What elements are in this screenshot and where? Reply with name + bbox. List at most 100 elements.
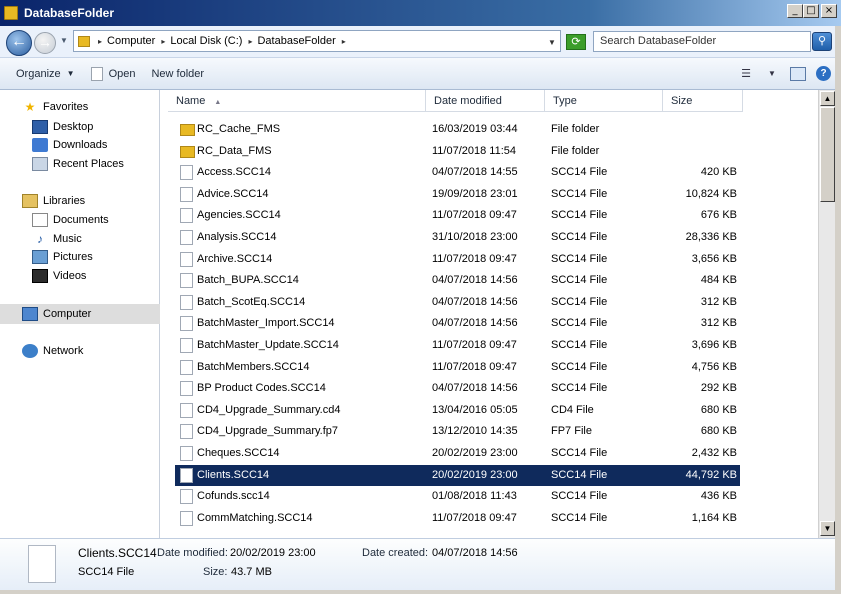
window-title: DatabaseFolder <box>24 6 115 20</box>
nav-pictures[interactable]: Pictures <box>32 250 93 264</box>
table-row[interactable]: BP Product Codes.SCC14 04/07/2018 14:56 SC… <box>175 378 740 399</box>
table-row[interactable]: RC_Cache_FMS 16/03/2019 03:44 File folder <box>175 119 740 140</box>
organize-button[interactable]: Organize ▼ <box>16 68 75 80</box>
nav-recent-places-label: Recent Places <box>53 158 124 170</box>
nav-downloads[interactable]: Downloads <box>32 138 107 152</box>
table-row-selected[interactable]: Clients.SCC14 20/02/2019 23:00 SCC14 File 4… <box>175 464 740 486</box>
nav-videos-label: Videos <box>53 270 87 282</box>
nav-recent-places[interactable]: Recent Places <box>32 157 124 171</box>
table-row[interactable]: BatchMaster_Import.SCC14 04/07/2018 14:56… <box>175 313 740 334</box>
chevron-down-icon[interactable]: ▼ <box>764 67 780 81</box>
search-input[interactable]: Search DatabaseFolder <box>593 31 811 52</box>
open-button[interactable]: Open <box>90 66 135 81</box>
search-icon[interactable]: ⚲ <box>812 32 832 51</box>
file-icon <box>180 165 193 181</box>
table-row[interactable]: Cofunds.scc14 01/08/2018 11:43 SCC14 File 4… <box>175 486 740 507</box>
file-date-modified: 04/07/2018 14:56 <box>432 274 518 287</box>
table-row[interactable]: Agencies.SCC14 11/07/2018 09:47 SCC14 File… <box>175 205 740 226</box>
column-header-size[interactable]: Size <box>663 90 743 112</box>
table-row[interactable]: CommMatching.SCC14 11/07/2018 09:47 SCC14 … <box>175 508 740 529</box>
table-row[interactable]: BatchMaster_Update.SCC14 11/07/2018 09:47… <box>175 335 740 356</box>
nav-downloads-label: Downloads <box>53 139 108 151</box>
table-row[interactable]: CD4_Upgrade_Summary.cd4 13/04/2016 05:05 C… <box>175 400 740 421</box>
table-row[interactable]: Cheques.SCC14 20/02/2019 23:00 SCC14 File 2… <box>175 443 740 464</box>
minimize-button[interactable]: _ <box>787 4 803 18</box>
preview-pane-icon[interactable] <box>790 66 806 81</box>
refresh-button[interactable]: ⟳ <box>566 34 586 50</box>
scroll-down-icon[interactable]: ▼ <box>820 521 835 536</box>
file-type: SCC14 File <box>551 468 608 481</box>
nav-computer-label: Computer <box>43 308 92 320</box>
file-icon <box>180 251 193 267</box>
address-history-chevron-down-icon[interactable]: ▼ <box>548 38 556 47</box>
file-icon <box>180 424 193 440</box>
breadcrumb-computer[interactable]: Computer <box>107 35 155 47</box>
folder-icon <box>78 35 90 47</box>
details-size-value: 43.7 MB <box>231 566 272 578</box>
nav-desktop[interactable]: Desktop <box>32 120 93 134</box>
nav-music[interactable]: ♪ Music <box>32 232 82 246</box>
close-button[interactable]: × <box>821 4 837 18</box>
table-row[interactable]: BatchMembers.SCC14 11/07/2018 09:47 SCC14 … <box>175 357 740 378</box>
file-date-modified: 01/08/2018 11:43 <box>432 490 517 503</box>
file-type: SCC14 File <box>551 447 608 459</box>
file-date-modified: 13/12/2010 14:35 <box>432 425 518 438</box>
table-row[interactable]: Batch_ScotEq.SCC14 04/07/2018 14:56 SCC14 … <box>175 292 740 313</box>
back-button[interactable]: ← <box>6 30 32 56</box>
forward-button[interactable]: → <box>34 32 56 54</box>
file-name: Clients.SCC14 <box>197 468 270 481</box>
breadcrumb-local-disk[interactable]: Local Disk (C:) <box>170 35 242 47</box>
column-header-date[interactable]: Date modified <box>426 90 545 112</box>
column-header-type[interactable]: Type <box>545 90 663 112</box>
breadcrumb-database-folder[interactable]: DatabaseFolder <box>257 35 335 47</box>
scroll-up-icon[interactable]: ▲ <box>820 91 835 106</box>
window-frame-bottom <box>0 590 841 594</box>
table-row[interactable]: CD4_Upgrade_Summary.fp7 13/12/2010 14:35 F… <box>175 421 740 442</box>
folder-icon <box>4 6 18 20</box>
table-row[interactable]: Advice.SCC14 19/09/2018 23:01 SCC14 File 10… <box>175 184 740 205</box>
table-row[interactable]: Access.SCC14 04/07/2018 14:55 SCC14 File 42… <box>175 162 740 183</box>
table-row[interactable]: Analysis.SCC14 31/10/2018 23:00 SCC14 File… <box>175 227 740 248</box>
table-row[interactable]: Archive.SCC14 11/07/2018 09:47 SCC14 File 3… <box>175 249 740 270</box>
scrollbar-thumb[interactable] <box>820 107 835 202</box>
table-row[interactable]: RC_Data_FMS 11/07/2018 11:54 File folder <box>175 141 740 162</box>
nav-documents[interactable]: Documents <box>32 213 109 227</box>
file-icon <box>180 208 193 224</box>
breadcrumb[interactable]: ▸ Computer ▸ Local Disk (C:) ▸ DatabaseF… <box>73 30 561 52</box>
navigation-pane: ★ Favorites Desktop Downloads Recent Pla… <box>0 90 160 538</box>
chevron-right-icon[interactable]: ▸ <box>248 37 252 46</box>
chevron-right-icon[interactable]: ▸ <box>98 37 102 46</box>
new-folder-button[interactable]: New folder <box>151 68 204 80</box>
maximize-button[interactable]: □ <box>803 4 819 18</box>
file-name: BatchMembers.SCC14 <box>197 360 310 373</box>
view-options-icon[interactable]: ☰ <box>738 67 754 81</box>
column-header-name[interactable]: Name ▲ <box>168 90 426 112</box>
file-type: SCC14 File <box>551 187 608 200</box>
window-controls: _ □ × <box>787 4 837 18</box>
desktop-icon <box>32 120 48 134</box>
address-bar: ← → ▼ ▸ Computer ▸ Local Disk (C:) ▸ Dat… <box>0 26 841 58</box>
sort-ascending-icon: ▲ <box>214 99 222 106</box>
nav-network[interactable]: Network <box>22 344 83 358</box>
chevron-right-icon[interactable]: ▸ <box>161 37 165 46</box>
table-row[interactable]: Batch_BUPA.SCC14 04/07/2018 14:56 SCC14 Fi… <box>175 270 740 291</box>
details-pane: Clients.SCC14 Date modified: 20/02/2019 … <box>0 538 835 590</box>
nav-libraries[interactable]: Libraries <box>22 194 85 208</box>
libraries-icon <box>22 194 38 208</box>
recent-pages-chevron-down-icon[interactable]: ▼ <box>60 36 68 45</box>
nav-videos[interactable]: Videos <box>32 269 86 283</box>
chevron-right-icon[interactable]: ▸ <box>342 37 346 46</box>
nav-favorites[interactable]: ★ Favorites <box>22 100 89 114</box>
help-icon[interactable]: ? <box>816 66 831 81</box>
file-type: SCC14 File <box>551 231 608 243</box>
file-size: 10,824 KB <box>685 187 737 200</box>
file-icon <box>180 446 193 461</box>
nav-computer[interactable]: Computer <box>22 307 91 321</box>
computer-icon <box>22 307 38 321</box>
file-icon <box>180 294 193 310</box>
file-name: RC_Cache_FMS <box>197 123 281 135</box>
vertical-scrollbar[interactable]: ▲ ▼ <box>818 90 835 538</box>
file-icon <box>180 381 193 397</box>
file-icon <box>180 359 193 375</box>
file-date-modified: 11/07/2018 09:47 <box>432 339 517 351</box>
